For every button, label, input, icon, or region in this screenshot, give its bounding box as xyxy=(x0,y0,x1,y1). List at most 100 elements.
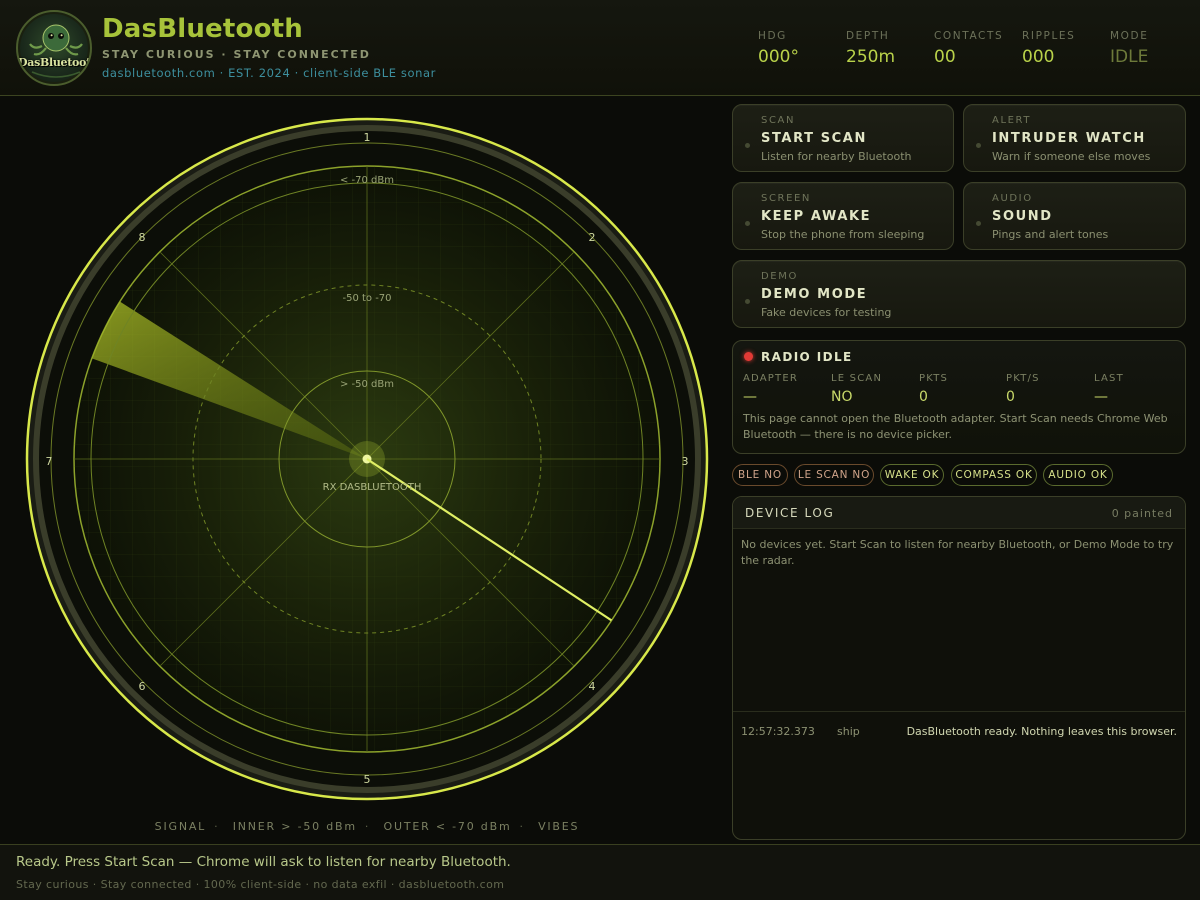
bearing-label: 2 xyxy=(589,231,596,244)
stat-label: RIPPLES xyxy=(1022,30,1076,42)
radio-stat-label: PKTS xyxy=(919,373,949,384)
logo: DasBluetooth xyxy=(16,10,92,86)
stat-heading: HDG 000° xyxy=(758,30,848,67)
brand-title: DasBluetooth xyxy=(102,14,303,44)
radio-stat-value: 0 xyxy=(1006,389,1015,405)
ring-label-outer: < -70 dBm xyxy=(340,175,394,186)
stat-value: 000 xyxy=(1022,47,1055,67)
bearing-label: 6 xyxy=(139,680,146,693)
card-title: SOUND xyxy=(992,209,1053,224)
brand-subtitle[interactable]: dasbluetooth.com · EST. 2024 · client-si… xyxy=(102,66,436,80)
bearing-label: 1 xyxy=(364,131,371,144)
device-log-count: 0 painted xyxy=(1111,507,1173,520)
device-log-header: DEVICE LOG 0 painted xyxy=(733,497,1185,529)
device-log-title: DEVICE LOG xyxy=(745,506,835,520)
card-desc: Fake devices for testing xyxy=(761,306,892,319)
stat-ripples: RIPPLES 000 xyxy=(1022,30,1112,67)
legend-item: VIBES xyxy=(538,820,580,833)
bearing-label: 7 xyxy=(46,455,53,468)
center-label: RX DASBLUETOOTH xyxy=(323,482,422,493)
log-entry: 12:57:32.373 ship DasBluetooth ready. No… xyxy=(741,725,1177,741)
stat-value: 250m xyxy=(846,47,896,67)
start-scan-button[interactable]: SCAN START SCAN Listen for nearby Blueto… xyxy=(732,104,954,172)
card-desc: Pings and alert tones xyxy=(992,228,1109,241)
bearing-label: 8 xyxy=(139,231,146,244)
demo-mode-button[interactable]: DEMO DEMO MODE Fake devices for testing xyxy=(732,260,1186,328)
radio-stat-label: LE SCAN xyxy=(831,373,883,384)
logo-text: DasBluetooth xyxy=(18,56,92,69)
stat-contacts: CONTACTS 00 xyxy=(934,30,1024,67)
stat-label: HDG xyxy=(758,30,787,42)
app-header: DasBluetooth DasBluetooth STAY CURIOUS ·… xyxy=(0,0,1200,96)
bearing-label: 3 xyxy=(682,455,689,468)
stat-value: 000° xyxy=(758,47,799,67)
card-kicker: DEMO xyxy=(761,271,798,282)
radio-stat-pkts: PKTS 0 xyxy=(919,373,1007,405)
radio-title: RADIO IDLE xyxy=(761,350,853,364)
bearing-label: 4 xyxy=(589,680,596,693)
chip-le-scan: LE SCAN NO xyxy=(794,464,874,486)
status-dot xyxy=(745,221,750,226)
octopus-logo-icon xyxy=(29,24,83,78)
stat-value: 00 xyxy=(934,47,956,67)
legend-item: INNER > -50 dBm xyxy=(232,820,357,833)
radio-stat-value: — xyxy=(1094,389,1108,405)
device-log-panel[interactable]: DEVICE LOG 0 painted No devices yet. Sta… xyxy=(732,496,1186,840)
brand-tagline: STAY CURIOUS · STAY CONNECTED xyxy=(102,48,371,61)
radar-display[interactable]: 1 2 3 4 5 6 7 8 < -70 dBm -50 to -70 > -… xyxy=(22,114,712,804)
ring-label-inner: > -50 dBm xyxy=(340,379,394,390)
card-title: INTRUDER WATCH xyxy=(992,131,1146,146)
device-log-empty-message: No devices yet. Start Scan to listen for… xyxy=(741,538,1174,567)
radio-stat-label: LAST xyxy=(1094,373,1124,384)
stat-depth: DEPTH 250m xyxy=(846,30,936,67)
intruder-watch-button[interactable]: ALERT INTRUDER WATCH Warn if someone els… xyxy=(963,104,1186,172)
status-footer: Ready. Press Start Scan — Chrome will as… xyxy=(0,844,1200,900)
legend-item: OUTER < -70 dBm xyxy=(383,820,512,833)
chip-compass: COMPASS OK xyxy=(951,464,1037,486)
chip-audio: AUDIO OK xyxy=(1043,464,1113,486)
bearing-label: 5 xyxy=(364,773,371,786)
radio-stat-value: 0 xyxy=(919,389,928,405)
radar-legend: SIGNAL · INNER > -50 dBm · OUTER < -70 dBm… xyxy=(154,820,580,833)
card-title: START SCAN xyxy=(761,131,867,146)
stat-label: MODE xyxy=(1110,30,1149,42)
log-entry-time: 12:57:32.373 xyxy=(741,725,815,738)
status-dot xyxy=(745,299,750,304)
status-dot xyxy=(976,143,981,148)
divider xyxy=(733,711,1185,712)
radio-stat-last: LAST — xyxy=(1094,373,1182,405)
ring-label-middle: -50 to -70 xyxy=(342,293,391,304)
log-entry-message: DasBluetooth ready. Nothing leaves this … xyxy=(906,725,1177,738)
chip-wake: WAKE OK xyxy=(880,464,944,486)
footer-status: Ready. Press Start Scan — Chrome will as… xyxy=(16,854,511,870)
status-dot xyxy=(745,143,750,148)
radio-stat-adapter: ADAPTER — xyxy=(743,373,831,405)
stat-value: IDLE xyxy=(1110,47,1149,67)
card-title: DEMO MODE xyxy=(761,287,868,302)
chip-ble: BLE NO xyxy=(732,464,788,486)
radio-note: This page cannot open the Bluetooth adap… xyxy=(743,412,1168,441)
radio-stat-le-scan: LE SCAN NO xyxy=(831,373,919,405)
radio-stat-label: ADAPTER xyxy=(743,373,799,384)
card-desc: Listen for nearby Bluetooth xyxy=(761,150,912,163)
radio-stat-pkt-rate: PKT/S 0 xyxy=(1006,373,1094,405)
stat-label: DEPTH xyxy=(846,30,890,42)
card-title: KEEP AWAKE xyxy=(761,209,872,224)
card-kicker: ALERT xyxy=(992,115,1032,126)
card-desc: Stop the phone from sleeping xyxy=(761,228,925,241)
legend-item: SIGNAL xyxy=(154,820,207,833)
card-kicker: SCAN xyxy=(761,115,796,126)
radio-stat-value: — xyxy=(743,389,757,405)
radar-svg: 1 2 3 4 5 6 7 8 < -70 dBm -50 to -70 > -… xyxy=(25,117,709,801)
radio-stat-value: NO xyxy=(831,389,853,405)
status-dot xyxy=(976,221,981,226)
sound-button[interactable]: AUDIO SOUND Pings and alert tones xyxy=(963,182,1186,250)
card-kicker: AUDIO xyxy=(992,193,1033,204)
radio-stat-label: PKT/S xyxy=(1006,373,1040,384)
radio-status-dot-icon xyxy=(744,352,753,361)
keep-awake-button[interactable]: SCREEN KEEP AWAKE Stop the phone from sl… xyxy=(732,182,954,250)
footer-subtext: Stay curious · Stay connected · 100% cli… xyxy=(16,878,505,891)
card-desc: Warn if someone else moves xyxy=(992,150,1151,163)
stat-mode: MODE IDLE xyxy=(1110,30,1200,67)
log-entry-source: ship xyxy=(837,725,860,738)
